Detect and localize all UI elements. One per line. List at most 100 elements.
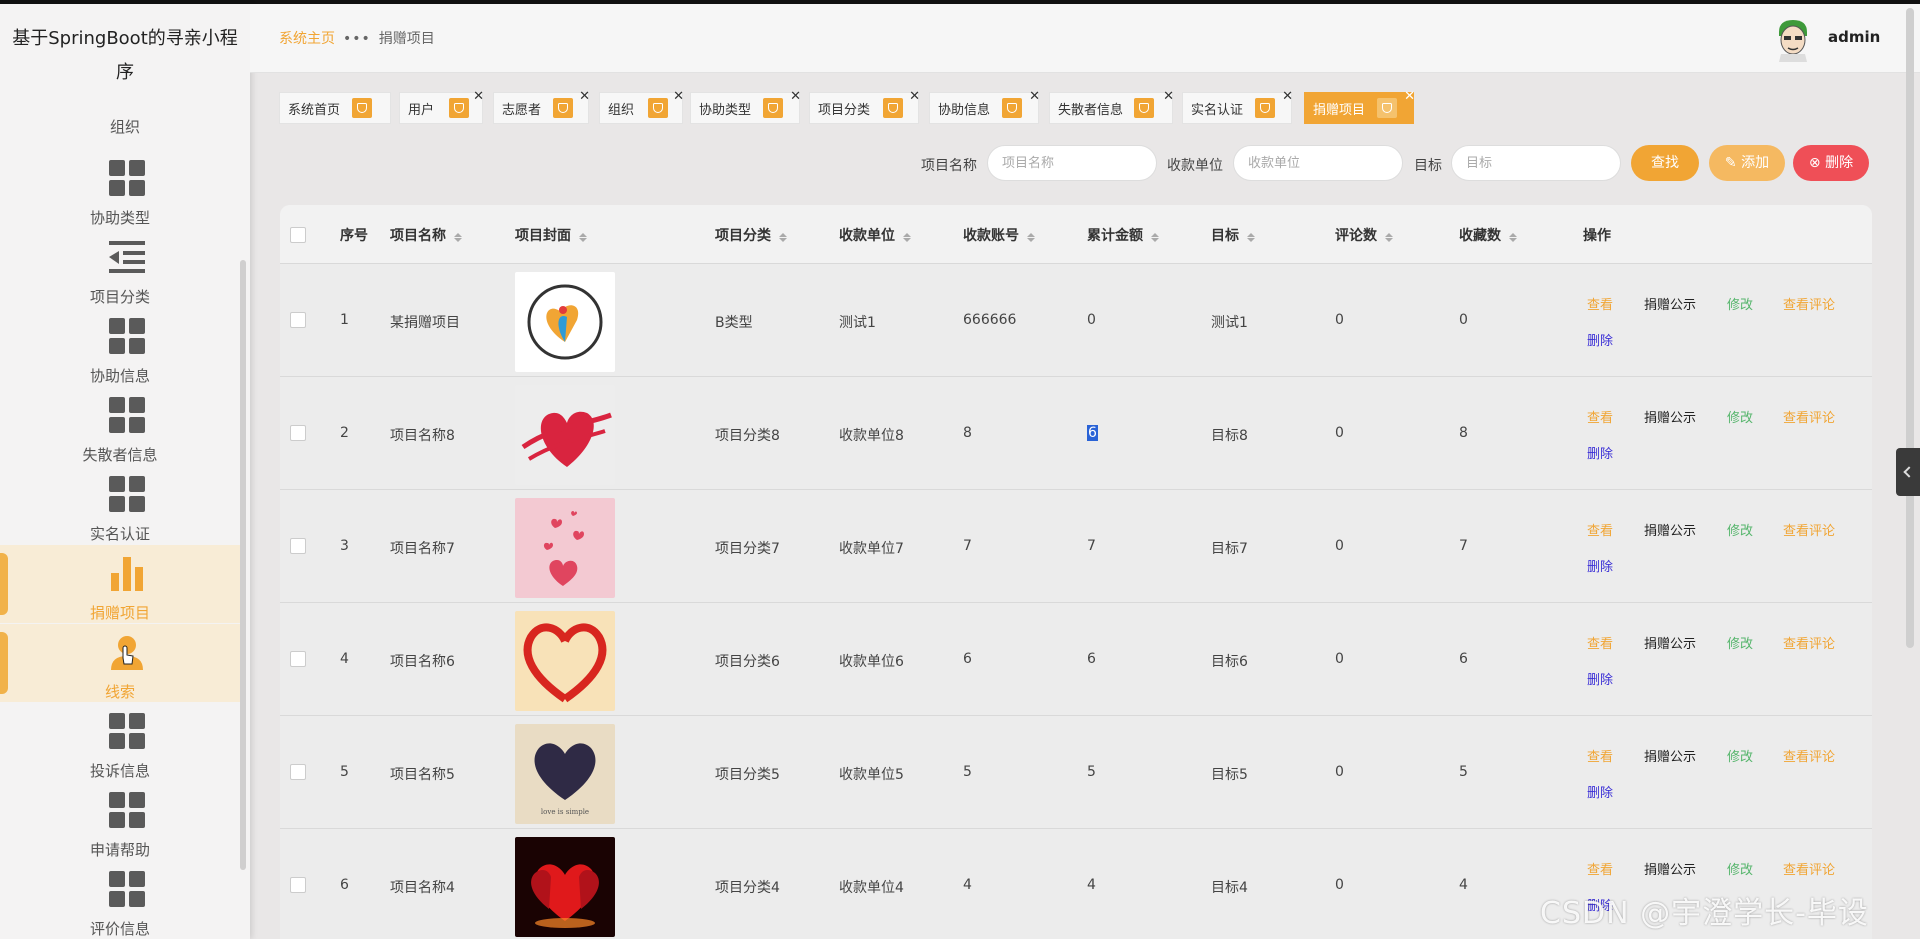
delete-link[interactable]: 删除 (1587, 330, 1613, 349)
pin-icon (1134, 98, 1154, 118)
edit-link[interactable]: 修改 (1727, 859, 1753, 878)
edit-link[interactable]: 修改 (1727, 633, 1753, 652)
tab-assist-info[interactable]: 协助信息 ✕ (929, 89, 1040, 124)
close-icon[interactable]: ✕ (790, 89, 801, 104)
donation-publicity-link[interactable]: 捐赠公示 (1644, 520, 1696, 539)
edit-link[interactable]: 修改 (1727, 746, 1753, 765)
close-icon[interactable]: ✕ (1282, 89, 1293, 104)
sidebar-item-project-category[interactable]: 项目分类 (0, 229, 240, 307)
view-reviews-link[interactable]: 查看评论 (1783, 520, 1835, 539)
sidebar-scrollbar[interactable] (240, 260, 246, 870)
view-reviews-link[interactable]: 查看评论 (1783, 294, 1835, 313)
edit-link[interactable]: 修改 (1727, 294, 1753, 313)
sidebar-item-organization[interactable]: 组织 (0, 116, 250, 137)
close-icon[interactable]: ✕ (473, 89, 484, 104)
add-button[interactable]: ✎ 添加 (1709, 145, 1785, 181)
receiving-unit-input[interactable] (1233, 145, 1403, 181)
col-unit[interactable]: 收款单位 (839, 225, 911, 245)
close-icon[interactable]: ✕ (673, 89, 684, 104)
page-scrollbar[interactable] (1906, 8, 1914, 648)
view-link[interactable]: 查看 (1587, 294, 1613, 313)
donation-publicity-link[interactable]: 捐赠公示 (1644, 859, 1696, 878)
view-link[interactable]: 查看 (1587, 633, 1613, 652)
view-reviews-link[interactable]: 查看评论 (1783, 633, 1835, 652)
row-checkbox[interactable] (290, 312, 306, 328)
cell-favorites: 7 (1459, 538, 1468, 554)
donation-publicity-link[interactable]: 捐赠公示 (1644, 407, 1696, 426)
col-comments[interactable]: 评论数 (1335, 225, 1393, 245)
tab-organization[interactable]: 组织 ✕ (599, 89, 684, 124)
project-name-input[interactable] (987, 145, 1157, 181)
select-all-checkbox[interactable] (290, 227, 306, 243)
donation-publicity-link[interactable]: 捐赠公示 (1644, 294, 1696, 313)
delete-link[interactable]: 删除 (1587, 669, 1613, 688)
username[interactable]: admin (1828, 28, 1880, 46)
delete-link[interactable]: 删除 (1587, 782, 1613, 801)
tab-donation-project[interactable]: 捐赠项目 ✕ (1304, 89, 1415, 124)
tab-assist-type[interactable]: 协助类型 ✕ (690, 89, 801, 124)
edit-link[interactable]: 修改 (1727, 407, 1753, 426)
sidebar-item-complaints[interactable]: 投诉信息 (0, 703, 240, 781)
row-checkbox[interactable] (290, 877, 306, 893)
view-reviews-link[interactable]: 查看评论 (1783, 407, 1835, 426)
col-amount[interactable]: 累计金额 (1087, 225, 1159, 245)
col-account[interactable]: 收款账号 (963, 225, 1035, 245)
grid-icon (109, 397, 145, 433)
sidebar-item-real-name[interactable]: 实名认证 (0, 466, 240, 544)
delete-button[interactable]: ⊗ 删除 (1793, 145, 1869, 181)
col-favorites[interactable]: 收藏数 (1459, 225, 1517, 245)
close-icon[interactable]: ✕ (1404, 89, 1415, 104)
delete-link[interactable]: 删除 (1587, 443, 1613, 462)
col-goal[interactable]: 目标 (1211, 225, 1255, 245)
table-row: 2 项目名称8 项目分类8 收款单位8 8 6 目标8 0 8 查看 捐赠公示 修改 查看评论 删除 (280, 377, 1872, 490)
col-cover[interactable]: 项目封面 (515, 225, 587, 245)
col-name[interactable]: 项目名称 (390, 225, 462, 245)
cover-image: love is simple (515, 724, 615, 824)
breadcrumb-home-link[interactable]: 系统主页 (279, 31, 335, 47)
edit-link[interactable]: 修改 (1727, 520, 1753, 539)
cell-goal: 目标4 (1211, 880, 1248, 896)
view-link[interactable]: 查看 (1587, 859, 1613, 878)
row-checkbox[interactable] (290, 538, 306, 554)
pin-icon (1002, 98, 1022, 118)
avatar[interactable] (1775, 18, 1811, 62)
donation-publicity-link[interactable]: 捐赠公示 (1644, 746, 1696, 765)
row-checkbox[interactable] (290, 651, 306, 667)
sidebar-item-clues[interactable]: 线索 (0, 624, 240, 702)
cell-category: 项目分类5 (715, 767, 780, 783)
donation-publicity-link[interactable]: 捐赠公示 (1644, 633, 1696, 652)
close-icon[interactable]: ✕ (579, 89, 590, 104)
row-checkbox[interactable] (290, 425, 306, 441)
view-reviews-link[interactable]: 查看评论 (1783, 746, 1835, 765)
collapse-panel-toggle[interactable] (1896, 448, 1920, 496)
row-checkbox[interactable] (290, 764, 306, 780)
col-cover-label: 项目封面 (515, 228, 571, 244)
col-category[interactable]: 项目分类 (715, 225, 787, 245)
tab-volunteer[interactable]: 志愿者 ✕ (493, 89, 590, 124)
close-icon[interactable]: ✕ (1163, 89, 1174, 104)
close-icon[interactable]: ✕ (909, 89, 920, 104)
sidebar-item-apply-help[interactable]: 申请帮助 (0, 782, 240, 860)
cell-name: 某捐赠项目 (390, 315, 460, 331)
cell-index: 1 (340, 312, 349, 328)
tab-real-name[interactable]: 实名认证 ✕ (1182, 89, 1293, 124)
view-reviews-link[interactable]: 查看评论 (1783, 859, 1835, 878)
tab-label: 组织 (608, 103, 635, 118)
tab-label: 用户 (408, 103, 435, 118)
close-icon[interactable]: ✕ (1029, 89, 1040, 104)
tab-project-category[interactable]: 项目分类 ✕ (809, 89, 920, 124)
tab-user[interactable]: 用户 ✕ (399, 89, 484, 124)
search-button[interactable]: 查找 (1631, 145, 1699, 181)
tab-missing-person[interactable]: 失散者信息 ✕ (1049, 89, 1174, 124)
sidebar-item-assist-info[interactable]: 协助信息 (0, 308, 240, 386)
view-link[interactable]: 查看 (1587, 407, 1613, 426)
sidebar-item-assist-type[interactable]: 协助类型 (0, 150, 240, 228)
goal-input[interactable] (1451, 145, 1621, 181)
view-link[interactable]: 查看 (1587, 746, 1613, 765)
sidebar-item-evaluation[interactable]: 评价信息 (0, 861, 240, 939)
delete-link[interactable]: 删除 (1587, 556, 1613, 575)
sidebar-item-missing-person[interactable]: 失散者信息 (0, 387, 240, 465)
tab-system-home[interactable]: 系统首页 (279, 92, 391, 124)
sidebar-item-donation-project[interactable]: 捐赠项目 (0, 545, 240, 623)
view-link[interactable]: 查看 (1587, 520, 1613, 539)
